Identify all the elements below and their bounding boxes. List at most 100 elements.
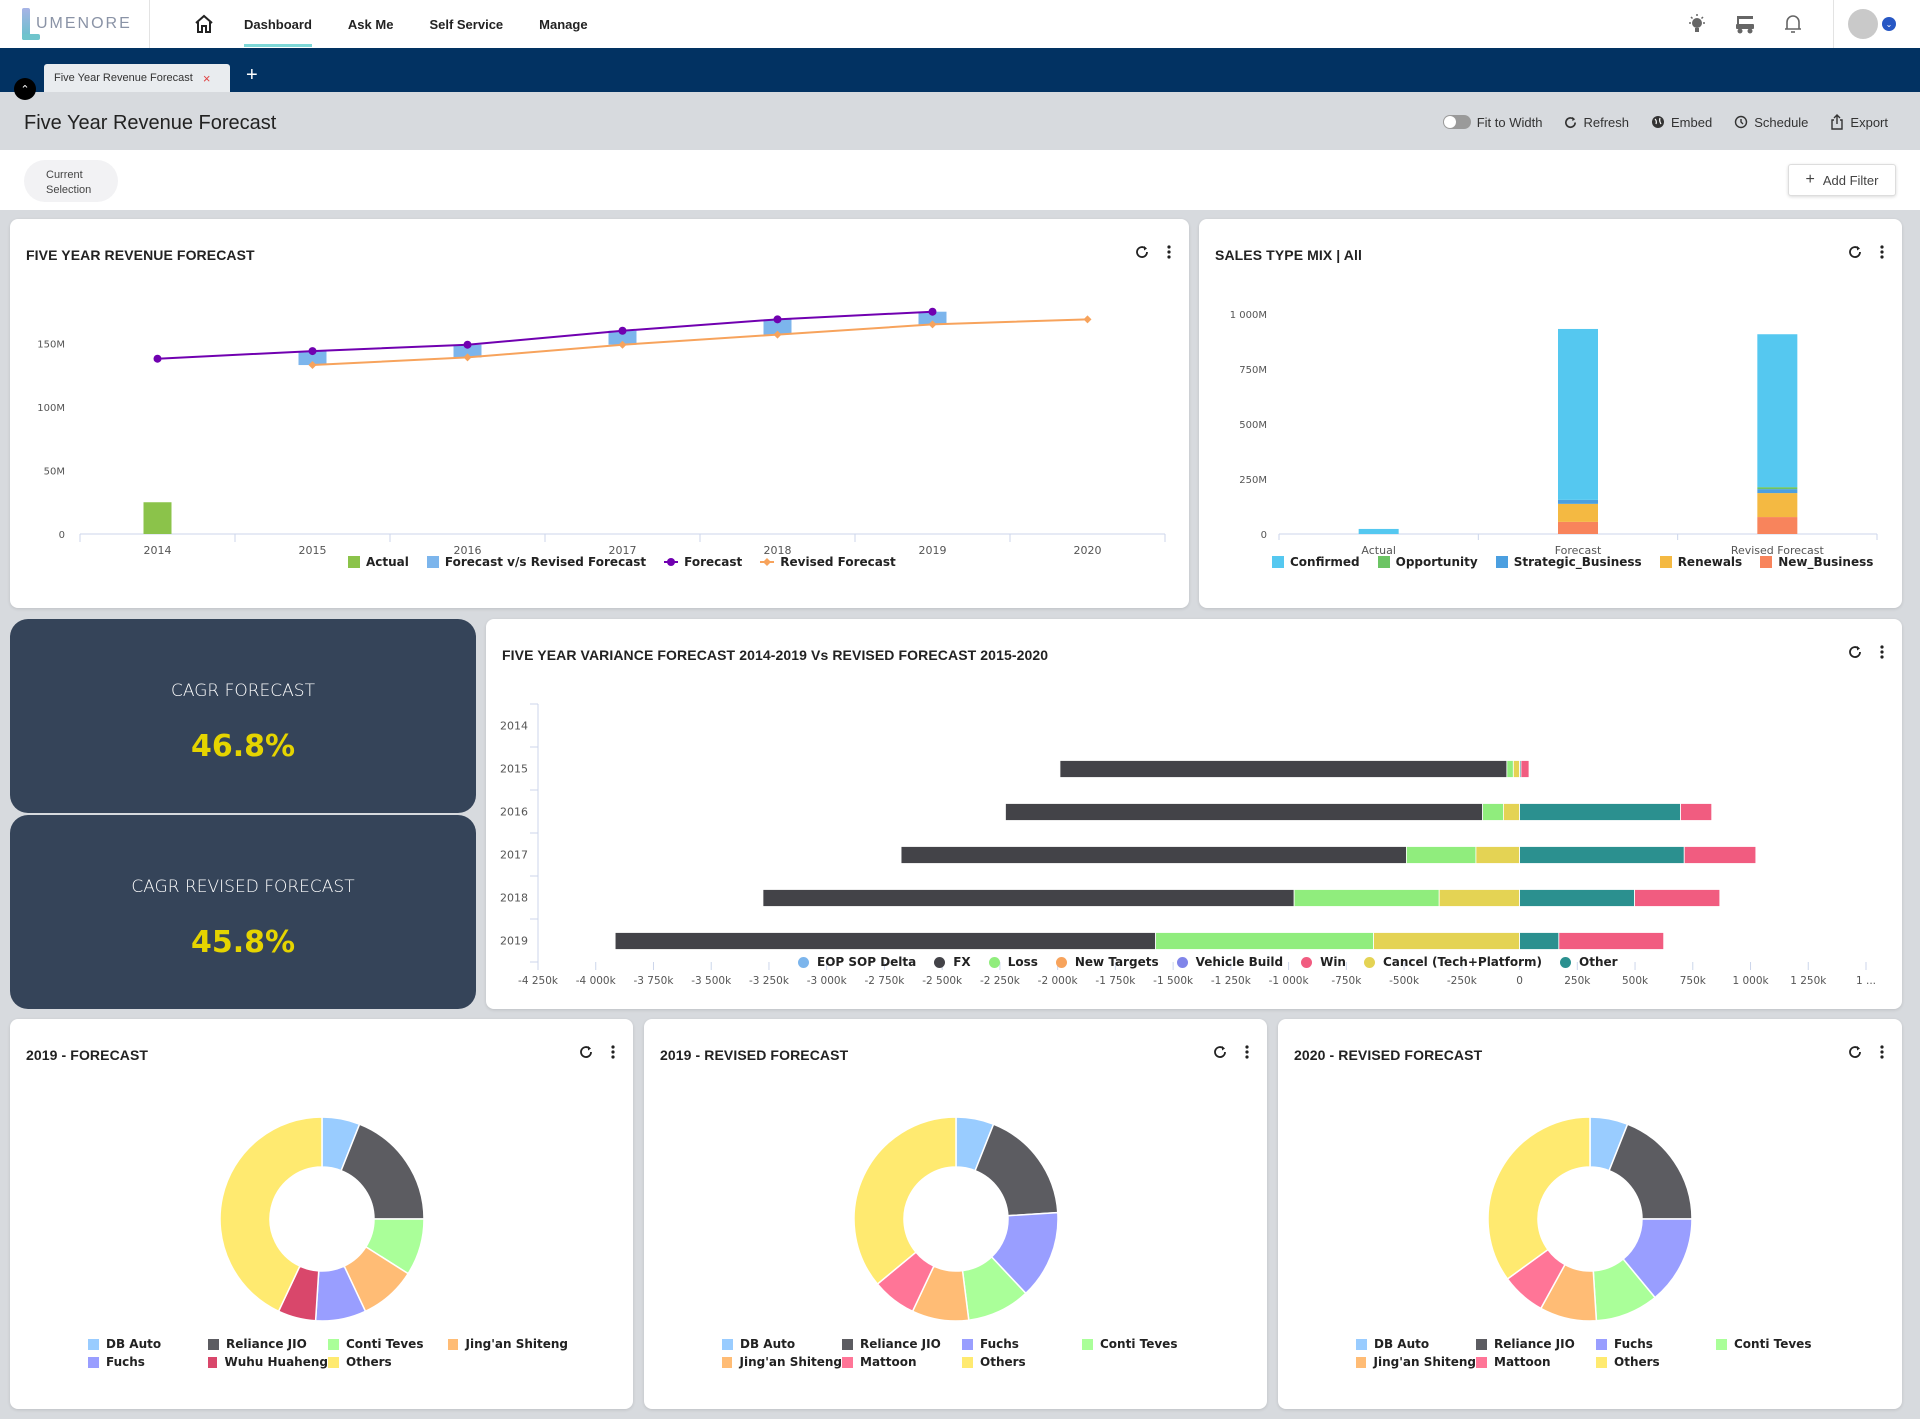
x-tick-label: 500k [1622, 975, 1649, 987]
chevron-down-icon[interactable]: ⌄ [1882, 17, 1896, 31]
card-title: 2019 - FORECAST [26, 1047, 149, 1063]
legend-item[interactable]: Others [328, 1355, 448, 1369]
refresh-icon[interactable] [1135, 245, 1149, 259]
legend-item[interactable]: Jing'an Shiteng [722, 1355, 842, 1369]
nav-ask-me[interactable]: Ask Me [348, 0, 394, 48]
chart-legend: EOP SOP Delta FX Loss New Targets Vehicle Bu… [798, 955, 1636, 969]
close-icon[interactable]: × [203, 71, 211, 86]
y-tick-label: 100M [37, 403, 65, 414]
line-revised-forecast [312, 318, 1088, 367]
tab-five-year-revenue-forecast[interactable]: Five Year Revenue Forecast × [44, 64, 230, 92]
legend-item[interactable]: DB Auto [88, 1337, 208, 1351]
legend-item[interactable]: Reliance JIO [208, 1337, 328, 1351]
home-icon[interactable] [192, 12, 216, 36]
legend-item[interactable]: Forecast v/s Revised Forecast [426, 555, 646, 569]
legend-item[interactable]: Reliance JIO [1476, 1337, 1596, 1351]
legend-swatch [1363, 956, 1375, 968]
x-tick-label: -1 250k [1211, 975, 1252, 987]
avatar[interactable] [1848, 9, 1878, 39]
refresh-icon[interactable] [1213, 1045, 1227, 1059]
legend-item[interactable]: Opportunity [1377, 555, 1478, 569]
legend-item[interactable]: Win [1301, 955, 1346, 969]
bar-segment-renewals [1558, 503, 1598, 522]
legend-item[interactable]: Jing'an Shiteng [1356, 1355, 1476, 1369]
more-options-icon[interactable] [1880, 245, 1884, 259]
golf-cart-icon[interactable] [1721, 13, 1769, 35]
fit-to-width-toggle[interactable]: Fit to Width [1442, 115, 1542, 130]
legend-item[interactable]: Revised Forecast [760, 555, 896, 569]
legend-item[interactable]: Fuchs [1596, 1337, 1716, 1351]
legend-item[interactable]: Others [962, 1355, 1082, 1369]
more-options-icon[interactable] [1880, 645, 1884, 659]
refresh-icon[interactable] [579, 1045, 593, 1059]
legend-item[interactable]: Strategic_Business [1495, 555, 1642, 569]
legend-item[interactable]: Forecast [664, 555, 742, 569]
legend-item[interactable]: Loss [988, 955, 1038, 969]
legend-item[interactable]: Conti Teves [1082, 1337, 1202, 1351]
legend-item[interactable]: Vehicle Build [1176, 955, 1283, 969]
x-tick-label: 750k [1680, 975, 1707, 987]
legend-item[interactable]: Mattoon [1476, 1355, 1596, 1369]
legend-item[interactable]: Conti Teves [1716, 1337, 1836, 1351]
nav-manage[interactable]: Manage [539, 0, 587, 48]
legend-item[interactable]: Fuchs [88, 1355, 208, 1369]
pie-slice-reliance-jio [340, 1123, 425, 1220]
collapse-chevron-up-icon[interactable]: ⌃ [14, 78, 36, 100]
current-selection-button[interactable]: Current Selection [24, 160, 118, 202]
refresh-icon[interactable] [1848, 645, 1862, 659]
toggle-switch[interactable] [1442, 115, 1471, 129]
bar-segment-strategic_business [1558, 499, 1598, 504]
legend-item[interactable]: Conti Teves [328, 1337, 448, 1351]
legend-swatch [760, 556, 775, 568]
legend-item[interactable]: DB Auto [1356, 1337, 1476, 1351]
legend-item[interactable]: Wuhu Huaheng [208, 1355, 328, 1369]
bell-icon[interactable] [1769, 13, 1817, 35]
logo[interactable]: UMENORE [0, 0, 150, 48]
refresh-button[interactable]: Refresh [1564, 115, 1629, 130]
refresh-icon[interactable] [1848, 245, 1862, 259]
export-icon [1831, 114, 1844, 130]
legend-item[interactable]: New Targets [1055, 955, 1159, 969]
schedule-button[interactable]: Schedule [1734, 115, 1808, 130]
more-options-icon[interactable] [1167, 245, 1171, 259]
embed-button[interactable]: Embed [1651, 115, 1712, 130]
bar-segment-loss [1155, 932, 1375, 950]
add-filter-button[interactable]: + Add Filter [1788, 164, 1896, 196]
more-options-icon[interactable] [1880, 1045, 1884, 1059]
tab-label: Five Year Revenue Forecast [54, 72, 193, 84]
legend-item[interactable]: Fuchs [962, 1337, 1082, 1351]
legend-label: New_Business [1778, 555, 1874, 569]
legend-item[interactable]: Renewals [1659, 555, 1742, 569]
bar-segment-cancel-tech-platform- [1373, 932, 1520, 950]
legend-item[interactable]: Actual [348, 555, 409, 569]
x-tick-label: -1 750k [1095, 975, 1136, 987]
refresh-icon[interactable] [1848, 1045, 1862, 1059]
x-tick-label: -2 000k [1038, 975, 1079, 987]
x-tick-label: -250k [1447, 975, 1478, 987]
pie-slice-others [853, 1116, 957, 1286]
bar-segment-fx [614, 932, 1156, 950]
more-options-icon[interactable] [611, 1045, 615, 1059]
point-forecast [773, 315, 782, 324]
nav-dashboard[interactable]: Dashboard [244, 0, 312, 48]
lightbulb-icon[interactable] [1673, 13, 1721, 35]
legend-item[interactable]: Jing'an Shiteng [448, 1337, 568, 1351]
legend-item[interactable]: DB Auto [722, 1337, 842, 1351]
legend-item[interactable]: Reliance JIO [842, 1337, 962, 1351]
legend-item[interactable]: Mattoon [842, 1355, 962, 1369]
legend-item[interactable]: EOP SOP Delta [798, 955, 916, 969]
bar-segment-strategic_business [1757, 489, 1798, 494]
legend-item[interactable]: FX [934, 955, 971, 969]
x-tick-label: -3 750k [634, 975, 675, 987]
legend-item[interactable]: Cancel (Tech+Platform) [1363, 955, 1542, 969]
legend-item[interactable]: New_Business [1760, 555, 1873, 569]
more-options-icon[interactable] [1245, 1045, 1249, 1059]
x-tick-label: 2015 [299, 544, 327, 557]
card-title: FIVE YEAR VARIANCE FORECAST 2014-2019 Vs… [502, 647, 1049, 663]
nav-self-service[interactable]: Self Service [429, 0, 503, 48]
add-tab-button[interactable]: + [246, 64, 258, 87]
legend-item[interactable]: Others [1596, 1355, 1716, 1369]
legend-item[interactable]: Other [1560, 955, 1618, 969]
export-button[interactable]: Export [1830, 114, 1888, 130]
legend-item[interactable]: Confirmed [1272, 555, 1360, 569]
